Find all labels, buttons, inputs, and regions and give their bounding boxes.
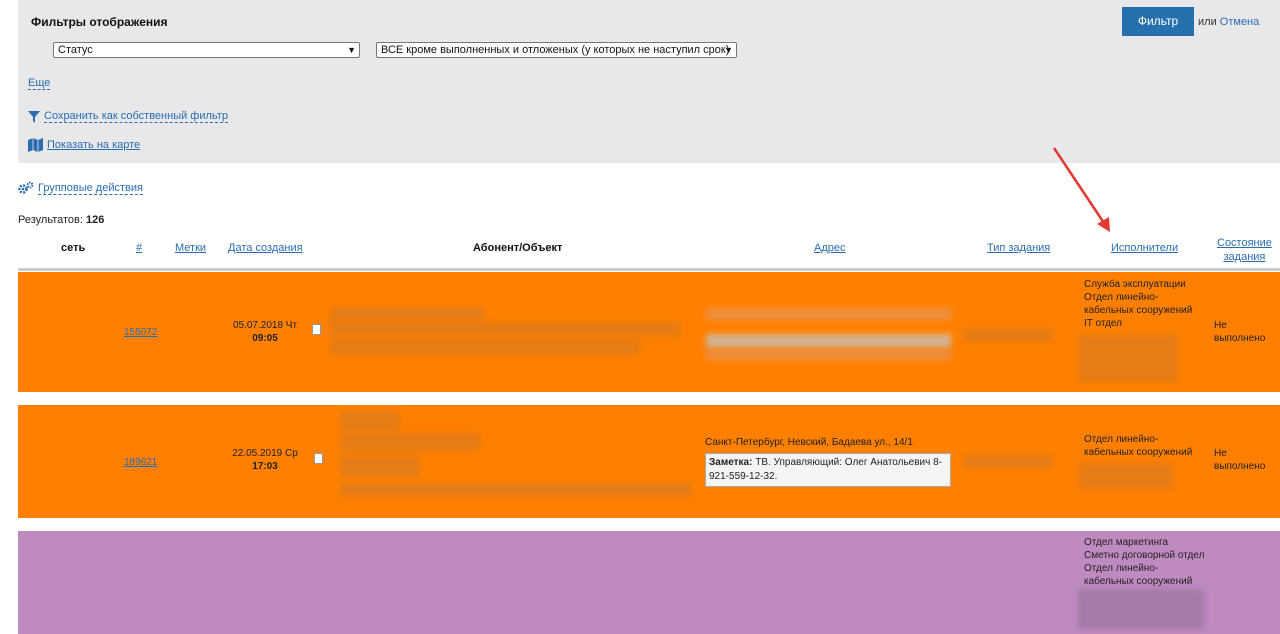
column-address[interactable]: Адрес bbox=[814, 242, 846, 254]
results-value: 126 bbox=[85, 214, 105, 226]
redacted-subscriber bbox=[340, 455, 420, 477]
column-number[interactable]: # bbox=[136, 242, 142, 254]
task-state: Не выполнено bbox=[1214, 319, 1265, 345]
more-filters-link[interactable]: Еще bbox=[28, 77, 51, 90]
map-icon bbox=[28, 138, 43, 152]
group-actions-link[interactable]: Групповые действия bbox=[18, 181, 143, 195]
filter-button[interactable]: Фильтр bbox=[1122, 7, 1194, 36]
save-filter-link[interactable]: Сохранить как собственный фильтр bbox=[28, 110, 228, 123]
gears-icon bbox=[18, 181, 34, 194]
filter-panel-title: Фильтры отображения bbox=[31, 15, 168, 29]
redacted-subscriber bbox=[340, 433, 480, 451]
executor-item: Отдел маркетинга bbox=[1084, 537, 1169, 548]
save-filter-label: Сохранить как собственный фильтр bbox=[44, 110, 228, 123]
column-network: сеть bbox=[61, 242, 86, 254]
chevron-down-icon: ▼ bbox=[724, 45, 733, 55]
task-note-label: Заметка: bbox=[709, 457, 753, 468]
table-row[interactable]: 189621 22.05.2019 Ср 17:03 Санкт-Петербу… bbox=[18, 405, 1280, 518]
task-time-value: 17:03 bbox=[252, 461, 278, 472]
task-state-line1: Не bbox=[1214, 448, 1227, 459]
column-created[interactable]: Дата создания bbox=[228, 242, 303, 254]
task-address: Санкт-Петербург, Невский, Бадаева ул., 1… bbox=[705, 437, 913, 448]
funnel-icon bbox=[28, 110, 40, 123]
task-number-link[interactable]: 155072 bbox=[124, 326, 157, 339]
column-task-type[interactable]: Тип задания bbox=[987, 242, 1050, 254]
chevron-down-icon: ▼ bbox=[347, 45, 356, 55]
column-state-line1: Состояние bbox=[1217, 237, 1272, 249]
more-filters-label: Еще bbox=[28, 77, 51, 90]
column-executors[interactable]: Исполнители bbox=[1111, 242, 1178, 254]
executors-list: Отдел маркетинга Сметно договорной отдел… bbox=[1084, 536, 1204, 588]
task-date: 05.07.2018 Чт 09:05 bbox=[230, 319, 300, 345]
executor-item: кабельных сооружений bbox=[1084, 305, 1193, 316]
task-date-value: 05.07.2018 Чт bbox=[232, 320, 298, 331]
show-map-link[interactable]: Показать на карте bbox=[28, 138, 140, 152]
executor-item: Сметно договорной отдел bbox=[1084, 550, 1205, 561]
table-row[interactable]: Отдел маркетинга Сметно договорной отдел… bbox=[18, 531, 1280, 634]
redacted-subscriber bbox=[340, 483, 692, 497]
task-state-line2: выполнено bbox=[1214, 333, 1266, 344]
results-label: Результатов: bbox=[18, 214, 83, 226]
executor-item: Отдел линейно- bbox=[1084, 434, 1159, 445]
cancel-link[interactable]: Отмена bbox=[1220, 16, 1259, 28]
executor-item: кабельных сооружений bbox=[1084, 576, 1193, 587]
filter-value-select[interactable]: ВСЕ кроме выполненных и отложеных (у кот… bbox=[376, 42, 737, 58]
or-cancel: или Отмена bbox=[1198, 16, 1259, 28]
filter-field-select[interactable]: Статус ▼ bbox=[53, 42, 360, 58]
redacted-executors bbox=[1078, 589, 1204, 629]
task-date-value: 22.05.2019 Ср bbox=[232, 448, 298, 459]
show-map-label: Показать на карте bbox=[47, 139, 141, 151]
task-state-line2: выполнено bbox=[1214, 461, 1266, 472]
group-actions-label: Групповые действия bbox=[38, 181, 143, 195]
redacted-subscriber bbox=[330, 307, 485, 321]
attachment-icon[interactable] bbox=[312, 324, 321, 335]
executors-list: Служба эксплуатации Отдел линейно- кабел… bbox=[1084, 278, 1192, 330]
column-subscriber: Абонент/Объект bbox=[473, 242, 563, 254]
column-state[interactable]: Состояние задания bbox=[1217, 236, 1272, 264]
task-number-link[interactable]: 189621 bbox=[124, 456, 157, 469]
task-state-line1: Не bbox=[1214, 320, 1227, 331]
redacted-executors bbox=[1078, 463, 1173, 489]
column-tags[interactable]: Метки bbox=[175, 242, 206, 254]
attachment-icon[interactable] bbox=[314, 453, 323, 464]
or-text: или bbox=[1198, 16, 1217, 28]
redacted-subscriber bbox=[330, 339, 640, 355]
executors-list: Отдел линейно- кабельных сооружений bbox=[1084, 433, 1192, 459]
executor-item: кабельных сооружений bbox=[1084, 447, 1193, 458]
executor-item: Служба эксплуатации bbox=[1084, 279, 1186, 290]
redacted-note bbox=[706, 334, 951, 348]
executor-item: IT отдел bbox=[1084, 318, 1122, 329]
header-divider bbox=[18, 268, 1280, 271]
redacted-subscriber bbox=[330, 322, 680, 336]
column-state-line2: задания bbox=[1223, 251, 1266, 263]
redacted-address bbox=[706, 308, 951, 320]
task-note: Заметка: ТВ. Управляющий: Олег Анатольев… bbox=[705, 453, 951, 487]
redacted-executors bbox=[1078, 334, 1178, 382]
redacted-task-type bbox=[963, 328, 1053, 342]
redacted-address bbox=[706, 350, 951, 360]
executor-item: Отдел линейно- bbox=[1084, 563, 1159, 574]
redacted-subscriber bbox=[340, 411, 400, 431]
redacted-task-type bbox=[963, 454, 1053, 468]
task-state: Не выполнено bbox=[1214, 447, 1265, 473]
annotation-arrow-icon bbox=[1052, 147, 1110, 232]
results-count: Результатов: 126 bbox=[18, 214, 104, 226]
executor-item: Отдел линейно- bbox=[1084, 292, 1159, 303]
filter-value-value: ВСЕ кроме выполненных и отложеных (у кот… bbox=[381, 44, 730, 56]
task-time-value: 09:05 bbox=[252, 333, 278, 344]
table-row[interactable]: 155072 05.07.2018 Чт 09:05 Служба эксплу… bbox=[18, 272, 1280, 392]
filter-panel: Фильтры отображения Статус ▼ ВСЕ кроме в… bbox=[18, 0, 1280, 163]
task-date: 22.05.2019 Ср 17:03 bbox=[230, 447, 300, 473]
filter-field-value: Статус bbox=[58, 44, 93, 56]
